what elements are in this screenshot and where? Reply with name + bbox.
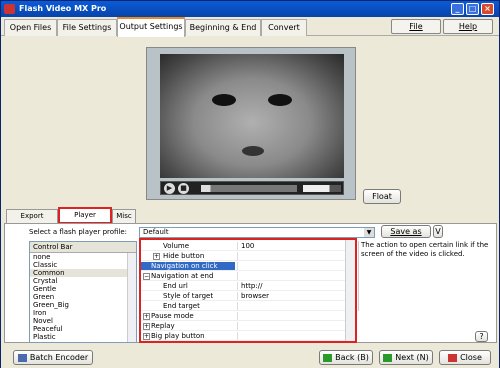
list-item[interactable]: Peaceful [30, 325, 136, 333]
menu-bar: Open Files File Settings Output Settings… [1, 17, 499, 37]
prop-key: Big play button [151, 332, 205, 340]
tab-file-settings[interactable]: File Settings [57, 19, 117, 36]
file-menu-button[interactable]: File [391, 19, 441, 34]
video-frame-image [160, 54, 344, 178]
mouth [242, 146, 264, 156]
next-button[interactable]: Next (N) [379, 350, 433, 365]
prop-value[interactable] [237, 322, 347, 330]
list-item[interactable]: Crystal [30, 277, 136, 285]
prop-value[interactable] [237, 272, 347, 280]
property-grid[interactable]: Volume 100 + Hide button + Navigation on… [139, 238, 357, 343]
prop-key: Replay [151, 322, 175, 330]
back-label: Back (B) [335, 353, 369, 362]
prop-row[interactable]: Style of target browser [141, 292, 347, 301]
prop-key: Style of target [163, 292, 214, 300]
stop-icon[interactable]: ■ [178, 183, 189, 194]
list-item[interactable]: Green_Big [30, 301, 136, 309]
close-icon [448, 353, 458, 362]
volume-bar[interactable] [303, 185, 341, 192]
tab-beginning-end[interactable]: Beginning & End [185, 19, 261, 36]
play-icon[interactable]: ▶ [164, 183, 175, 194]
batch-encoder-button[interactable]: Batch Encoder [13, 350, 93, 365]
tab-convert[interactable]: Convert [261, 19, 307, 36]
prop-value[interactable] [237, 332, 347, 340]
subtab-misc[interactable]: Misc [112, 209, 136, 223]
save-as-button[interactable]: Save as [381, 225, 431, 238]
main-window: Flash Video MX Pro _ □ × Open Files File… [0, 0, 500, 368]
help-button[interactable]: ? [475, 331, 488, 342]
list-item[interactable]: none [30, 253, 136, 261]
prop-row[interactable]: + Big play button [141, 332, 347, 341]
prop-value[interactable] [237, 252, 347, 260]
tab-open-files[interactable]: Open Files [4, 19, 57, 36]
list-item[interactable]: Plastic [30, 333, 136, 341]
app-icon [4, 4, 15, 14]
list-scrollbar[interactable] [127, 253, 136, 342]
subtab-player-settings[interactable]: Player settings [58, 207, 112, 231]
prop-key: End url [163, 282, 188, 290]
profile-selected-value: Default [143, 228, 169, 236]
batch-icon [17, 353, 27, 362]
prop-value[interactable]: browser [237, 292, 347, 300]
prop-key: Hide button [163, 252, 205, 260]
prop-key: Navigation on click [141, 262, 235, 270]
prop-row[interactable]: − Navigation at end [141, 272, 347, 281]
prop-value[interactable] [237, 302, 347, 310]
subtab-export-settings[interactable]: Export settings [6, 209, 58, 232]
prop-row[interactable]: + Replay [141, 322, 347, 331]
profile-select[interactable]: Default ▼ [139, 227, 375, 238]
maximize-icon[interactable]: □ [466, 3, 479, 15]
batch-encoder-label: Batch Encoder [29, 353, 89, 362]
title-bar: Flash Video MX Pro _ □ × [1, 1, 499, 17]
prop-value[interactable]: http:// [237, 282, 347, 290]
prop-key: Navigation at end [151, 272, 214, 280]
control-bar-skin-list[interactable]: Control Bar none Classic Common Crystal … [29, 241, 137, 343]
v-button[interactable]: V [433, 225, 443, 238]
eye-right [268, 94, 292, 106]
prop-row[interactable]: End target [141, 302, 347, 311]
close-button[interactable]: Close [439, 350, 491, 365]
back-arrow-icon [323, 353, 333, 362]
close-label: Close [460, 353, 482, 362]
list-item[interactable]: Green [30, 293, 136, 301]
list-item[interactable]: Iron [30, 309, 136, 317]
window-title: Flash Video MX Pro [19, 4, 107, 13]
chevron-down-icon[interactable]: ▼ [364, 228, 374, 237]
tab-output-settings[interactable]: Output Settings [117, 17, 185, 37]
help-menu-button[interactable]: Help [443, 19, 493, 34]
close-icon[interactable]: × [481, 3, 494, 15]
list-item[interactable]: Gentle [30, 285, 136, 293]
prop-row[interactable]: End url http:// [141, 282, 347, 291]
property-scrollbar[interactable] [345, 240, 355, 341]
float-button[interactable]: Float [363, 189, 401, 204]
list-item[interactable]: Classic [30, 261, 136, 269]
bottom-bar: Batch Encoder Back (B) Next (N) Close [1, 346, 499, 368]
prop-row[interactable]: + Pause mode [141, 312, 347, 321]
prop-key: Pause mode [151, 312, 194, 320]
minimize-icon[interactable]: _ [451, 3, 464, 15]
player-control-bar: ▶ ■ [160, 181, 344, 195]
prop-value[interactable]: 100 [237, 242, 347, 250]
prop-row-selected[interactable]: + Navigation on click [141, 262, 347, 271]
list-item[interactable]: Novel [30, 317, 136, 325]
prop-key: End target [163, 302, 200, 310]
list-header: Control Bar [30, 242, 136, 253]
profile-label: Select a flash player profile: [29, 228, 128, 236]
next-label: Next (N) [395, 353, 429, 362]
prop-key: Volume [163, 242, 190, 250]
back-button[interactable]: Back (B) [319, 350, 373, 365]
prop-row[interactable]: + Hide button [141, 252, 347, 261]
eye-left [212, 94, 236, 106]
seek-bar[interactable] [201, 185, 297, 192]
property-description: The action to open certain link if the s… [358, 241, 490, 311]
next-arrow-icon [383, 353, 393, 362]
list-item-selected[interactable]: Common [30, 269, 136, 277]
video-preview: ▶ ■ [146, 47, 356, 200]
prop-value[interactable] [237, 312, 347, 320]
prop-row[interactable]: Volume 100 [141, 242, 347, 251]
prop-value[interactable] [237, 262, 347, 270]
